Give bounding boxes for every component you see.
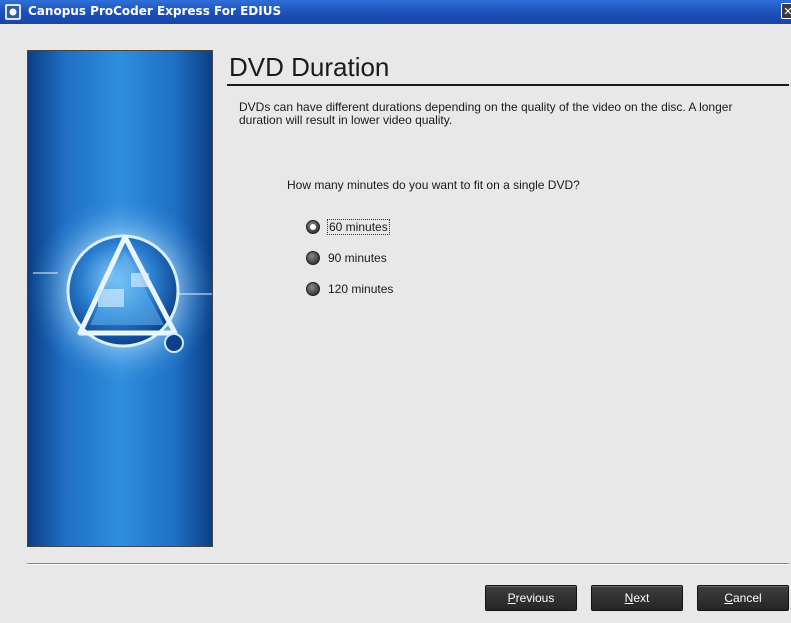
- cancel-button-mnemonic: C: [724, 591, 733, 605]
- window-title: Canopus ProCoder Express For EDIUS: [28, 4, 282, 18]
- close-icon[interactable]: ✕: [781, 3, 791, 19]
- footer-divider: [27, 563, 789, 564]
- canopus-sphere-artwork: [28, 196, 212, 386]
- previous-button[interactable]: Previous: [485, 585, 577, 611]
- duration-question: How many minutes do you want to fit on a…: [287, 178, 580, 192]
- radio-label[interactable]: 90 minutes: [327, 251, 388, 265]
- title-divider: [227, 84, 789, 86]
- next-button-label: ext: [633, 591, 650, 605]
- title-bar[interactable]: Canopus ProCoder Express For EDIUS ✕: [0, 0, 791, 24]
- previous-button-label: revious: [515, 591, 555, 605]
- app-icon: [5, 4, 21, 20]
- next-button[interactable]: Next: [591, 585, 683, 611]
- page-title: DVD Duration: [229, 52, 390, 82]
- side-artwork-panel: [27, 50, 213, 547]
- cancel-button-label: ancel: [732, 591, 762, 605]
- radio-button-checked[interactable]: [306, 220, 320, 234]
- radio-button[interactable]: [306, 251, 320, 265]
- radio-label[interactable]: 60 minutes: [327, 219, 390, 235]
- cancel-button[interactable]: Cancel: [697, 585, 789, 611]
- radio-button[interactable]: [306, 282, 320, 296]
- wizard-window: Canopus ProCoder Express For EDIUS ✕ DVD…: [0, 0, 791, 623]
- radio-label[interactable]: 120 minutes: [327, 282, 394, 296]
- previous-button-mnemonic: P: [507, 591, 516, 605]
- page-description: DVDs can have different durations depend…: [239, 100, 733, 127]
